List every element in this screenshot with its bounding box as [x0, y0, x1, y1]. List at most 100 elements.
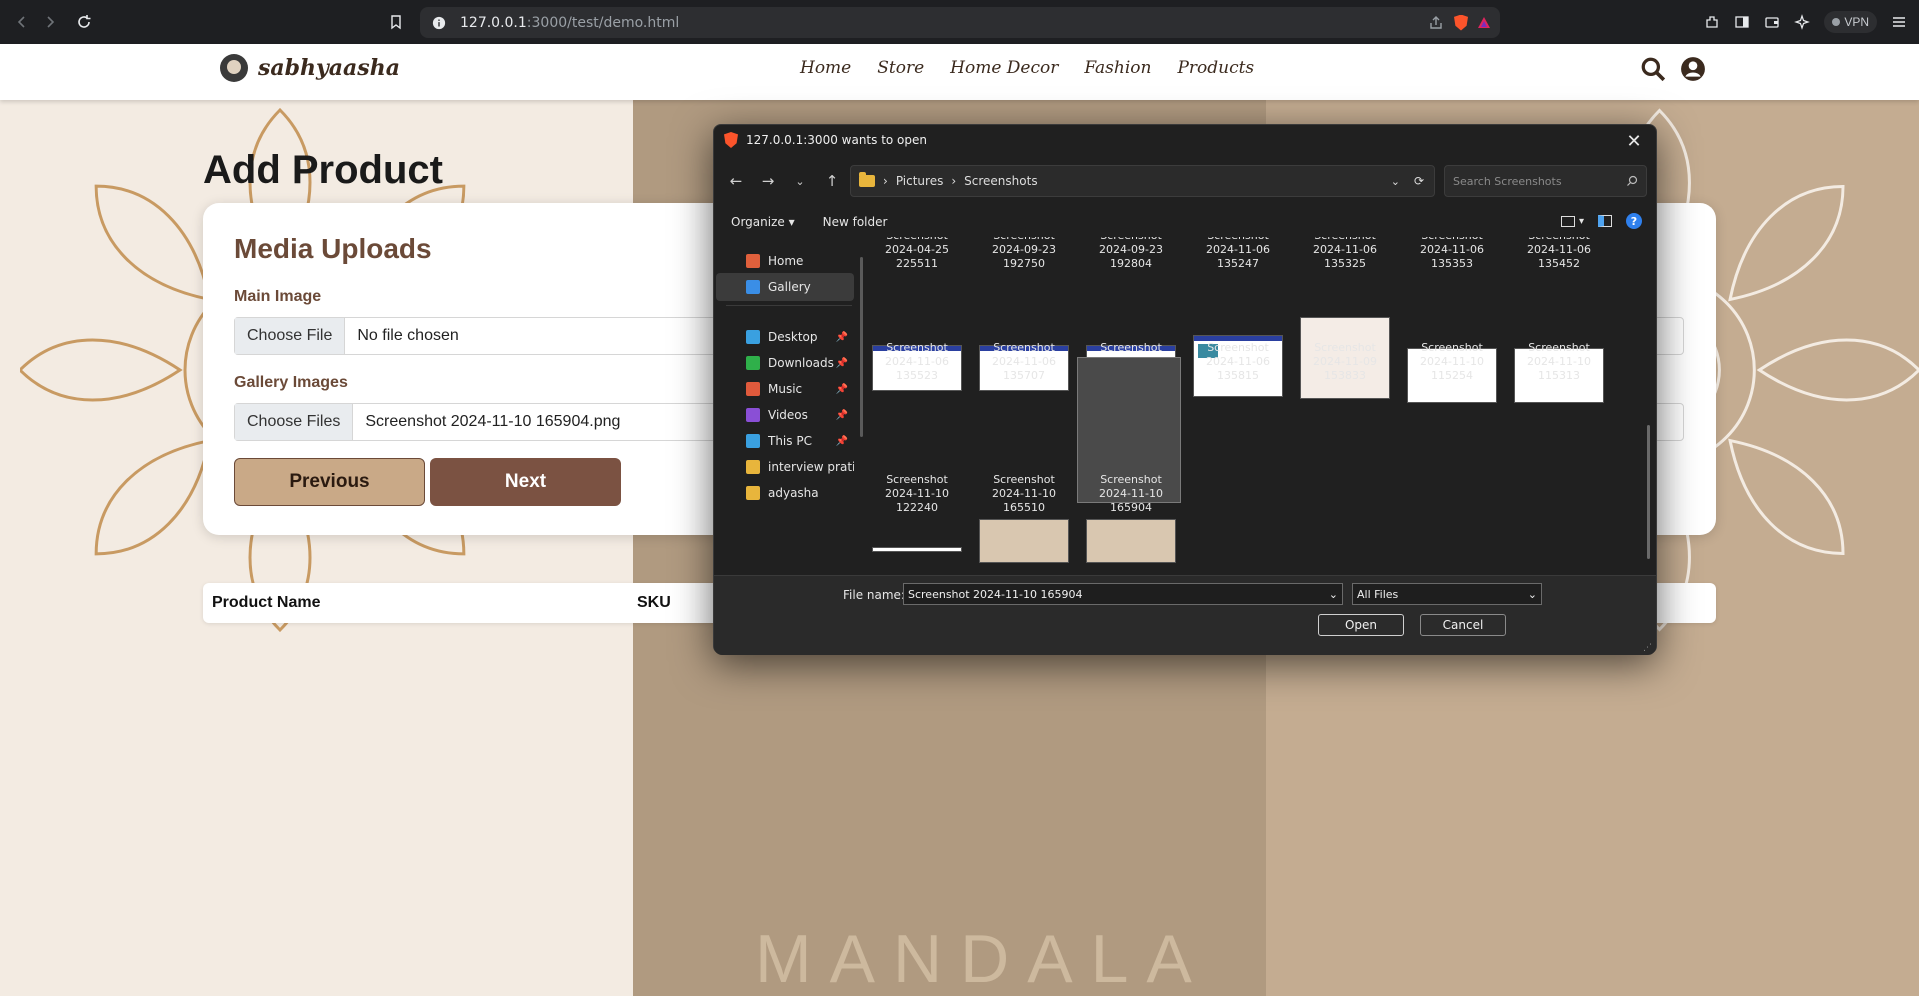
gallery-choose-button[interactable]: Choose Files — [235, 404, 354, 440]
address-bar[interactable]: 127.0.0.1:3000/test/demo.html — [420, 7, 1500, 38]
brave-rewards-icon[interactable] — [1476, 15, 1492, 31]
dialog-footer: File name: Screenshot 2024-11-10 165904 … — [714, 575, 1656, 655]
file-caption-line: Screenshot — [886, 473, 948, 486]
file-caption-line: 2024-11-06 — [1206, 355, 1270, 368]
file-type-select[interactable]: All Files ⌄ — [1352, 583, 1542, 605]
dialog-close-icon[interactable]: ✕ — [1622, 129, 1646, 153]
file-caption-line: Screenshot — [1100, 473, 1162, 486]
file-caption: Screenshot2024-11-06135452 — [1516, 237, 1602, 271]
dialog-titlebar: 127.0.0.1:3000 wants to open — [724, 132, 927, 148]
dialog-address-bar[interactable]: › Pictures › Screenshots ⌄ ⟳ — [850, 165, 1435, 197]
next-button[interactable]: Next — [430, 458, 621, 506]
organize-button[interactable]: Organize ▾ — [731, 215, 795, 229]
site-info-icon[interactable] — [432, 16, 446, 30]
menu-icon[interactable] — [1891, 14, 1907, 30]
file-caption-line: Screenshot — [1421, 341, 1483, 354]
reload-icon[interactable] — [70, 8, 98, 36]
nav-products[interactable]: Products — [1177, 58, 1254, 78]
file-caption-line: 135247 — [1217, 257, 1259, 270]
sidebar-scrollbar[interactable] — [860, 257, 863, 437]
music-icon — [746, 382, 760, 396]
nav-home-decor[interactable]: Home Decor — [950, 58, 1058, 78]
dialog-title: 127.0.0.1:3000 wants to open — [746, 133, 928, 147]
file-caption: Screenshot 2024-11-10 115313 — [1516, 341, 1602, 383]
adyasha-icon — [746, 486, 760, 500]
help-icon[interactable]: ? — [1626, 213, 1642, 229]
dialog-recent-chevron-icon[interactable]: ⌄ — [786, 167, 814, 195]
brave-shields-icon[interactable] — [1454, 14, 1468, 31]
file-caption-line: 2024-11-06 — [1420, 243, 1484, 256]
sidebar-item-label: This PC — [768, 434, 812, 448]
file-caption: Screenshot2024-09-23192804 — [1088, 237, 1174, 271]
view-mode-icon[interactable] — [1560, 215, 1575, 227]
breadcrumb-screenshots[interactable]: Screenshots — [964, 174, 1037, 188]
sidebar-item-this-pc[interactable]: This PC 📌 — [716, 427, 854, 455]
column-product-name: Product Name — [212, 594, 321, 611]
file-grid-scrollbar[interactable] — [1647, 425, 1650, 559]
dialog-sidebar: Home Gallery Desktop 📌 Downloads 📌 Music 📌 Video… — [716, 243, 856, 558]
gallery-icon — [746, 280, 760, 294]
sidebar-item-label: Desktop — [768, 330, 818, 344]
view-mode-chevron-icon[interactable]: ▾ — [1579, 216, 1584, 227]
previous-button[interactable]: Previous — [234, 458, 425, 506]
main-image-label: Main Image — [234, 288, 322, 305]
section-title: Media Uploads — [234, 233, 432, 264]
share-icon[interactable] — [1428, 15, 1444, 31]
wallet-icon[interactable] — [1764, 14, 1780, 30]
sidebar-item-interview-praticc[interactable]: interview praticc — [716, 453, 854, 481]
forward-icon[interactable] — [36, 8, 64, 36]
open-button[interactable]: Open — [1318, 614, 1404, 636]
gallery-filename: Screenshot 2024-11-10 165904.png — [365, 413, 621, 430]
sidebar-item-adyasha[interactable]: adyasha — [716, 479, 854, 507]
file-thumbnail — [872, 547, 962, 552]
sidebar-item-label: Music — [768, 382, 803, 396]
nav-store[interactable]: Store — [877, 58, 924, 78]
breadcrumb-pictures[interactable]: Pictures — [896, 174, 944, 188]
search-icon[interactable] — [1640, 56, 1666, 82]
sidebar-item-downloads[interactable]: Downloads 📌 — [716, 349, 854, 377]
sidebar-item-music[interactable]: Music 📌 — [716, 375, 854, 403]
refresh-icon[interactable]: ⟳ — [1414, 174, 1424, 188]
file-name-input[interactable]: Screenshot 2024-11-10 165904 ⌄ — [903, 583, 1343, 605]
site-logo[interactable]: sabhyaasha — [220, 54, 400, 82]
back-icon[interactable] — [8, 8, 36, 36]
user-account-icon[interactable] — [1680, 56, 1706, 82]
breadcrumb-sep-icon: › — [951, 174, 957, 188]
file-open-dialog: 127.0.0.1:3000 wants to open ✕ ← → ⌄ ↑ ›… — [713, 124, 1657, 655]
file-caption-line: 2024-11-06 — [1313, 243, 1377, 256]
new-folder-button[interactable]: New folder — [823, 215, 888, 229]
main-image-filename: No file chosen — [357, 327, 459, 344]
nav-home[interactable]: Home — [800, 58, 851, 78]
address-dropdown-icon[interactable]: ⌄ — [1391, 175, 1400, 188]
sidebar-item-gallery[interactable]: Gallery — [716, 273, 854, 301]
dialog-search-input[interactable]: Search Screenshots — [1444, 165, 1647, 197]
preview-pane-icon[interactable] — [1598, 215, 1612, 227]
url-host: 127.0.0.1 — [460, 14, 527, 31]
file-caption: Screenshot2024-09-23192750 — [981, 237, 1067, 271]
file-caption-line: 135452 — [1538, 257, 1580, 270]
sidebar-item-home[interactable]: Home — [716, 247, 854, 275]
sidebar-item-videos[interactable]: Videos 📌 — [716, 401, 854, 429]
file-caption-line: 165510 — [1003, 501, 1045, 514]
extensions-icon[interactable] — [1704, 14, 1720, 30]
dialog-back-icon[interactable]: ← — [722, 167, 750, 195]
sidebar-toggle-icon[interactable] — [1734, 14, 1750, 30]
brave-logo-icon — [724, 132, 738, 148]
file-type-dropdown-icon: ⌄ — [1527, 587, 1537, 601]
file-name-dropdown-icon[interactable]: ⌄ — [1329, 588, 1338, 601]
sidebar-item-desktop[interactable]: Desktop 📌 — [716, 323, 854, 351]
nav-fashion[interactable]: Fashion — [1084, 58, 1151, 78]
dialog-forward-icon[interactable]: → — [754, 167, 782, 195]
resize-grip-icon[interactable]: ⋰ — [1643, 643, 1652, 653]
leo-ai-icon[interactable] — [1794, 14, 1811, 30]
file-caption-line: 2024-09-23 — [992, 243, 1056, 256]
dialog-up-icon[interactable]: ↑ — [818, 167, 846, 195]
main-image-choose-button[interactable]: Choose File — [235, 318, 346, 354]
bookmark-icon[interactable] — [382, 8, 410, 36]
cancel-button[interactable]: Cancel — [1420, 614, 1506, 636]
breadcrumb-sep-icon: › — [883, 174, 888, 188]
logo-text: sabhyaasha — [258, 55, 400, 81]
file-caption-line: 2024-11-09 — [1313, 355, 1377, 368]
vpn-button[interactable]: VPN — [1824, 11, 1877, 33]
file-caption-line: Screenshot — [1528, 341, 1590, 354]
